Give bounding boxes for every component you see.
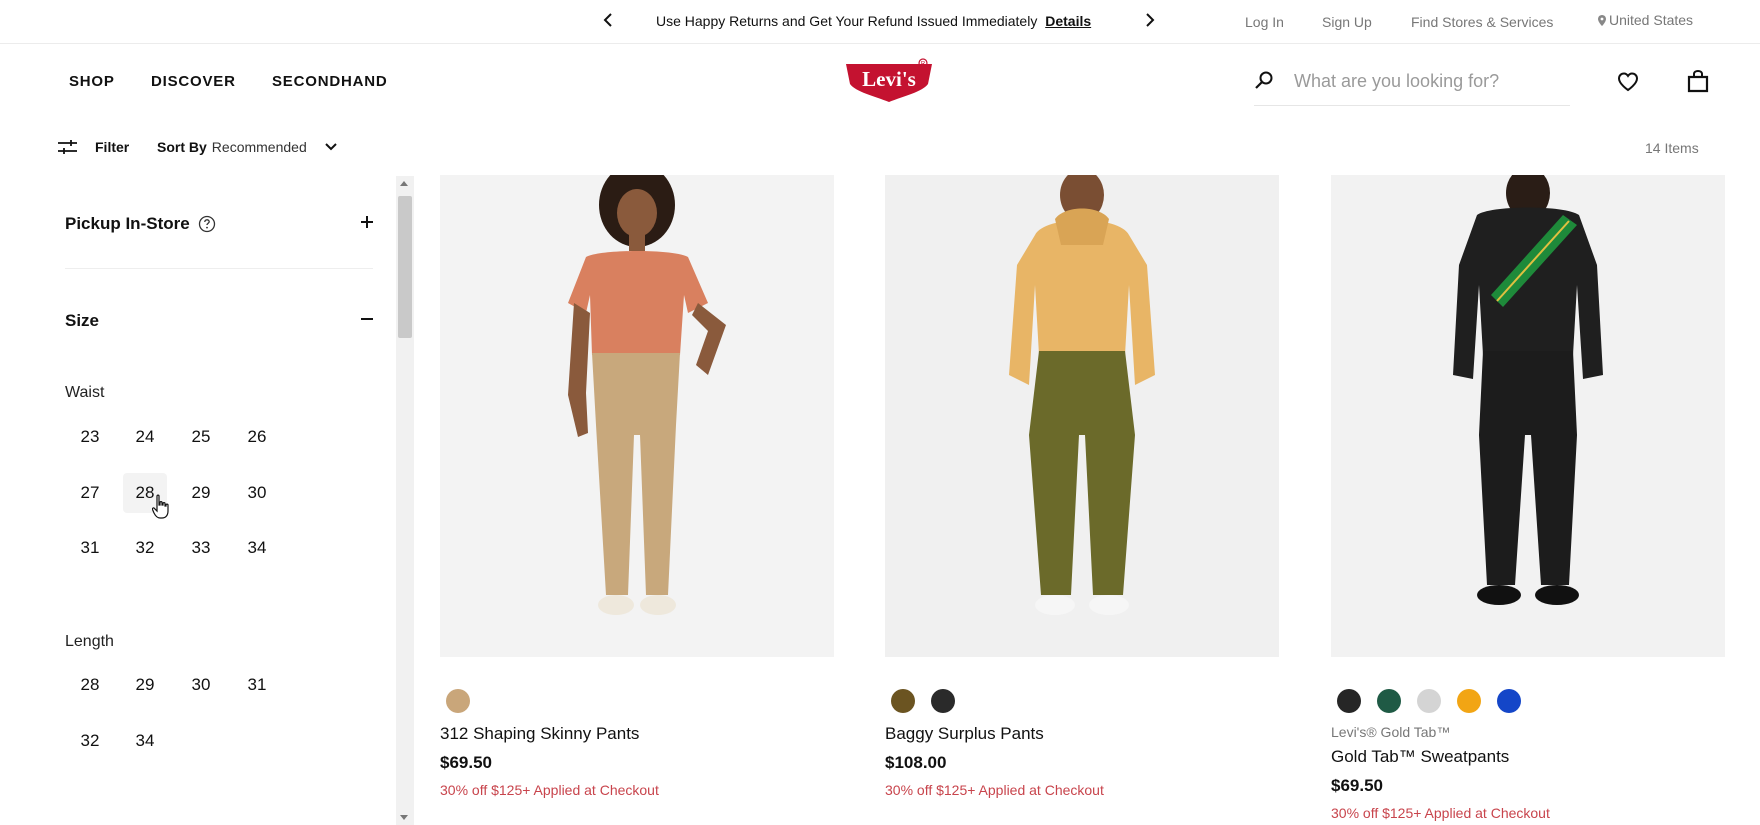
product-card[interactable]: 312 Shaping Skinny Pants $69.50 30% off … [440,175,834,798]
product-image[interactable] [1331,175,1725,657]
waist-option[interactable]: 33 [179,528,223,568]
chevron-down-icon [325,143,337,151]
login-link[interactable]: Log In [1245,14,1284,30]
filter-label: Filter [95,139,130,155]
hand-cursor-icon [152,494,169,519]
collapse-minus-icon[interactable] [359,311,375,327]
product-name[interactable]: 312 Shaping Skinny Pants [440,724,834,744]
product-name[interactable]: Baggy Surplus Pants [885,724,1279,744]
color-swatch[interactable] [1497,689,1521,713]
scroll-up-arrow-icon[interactable] [400,181,408,186]
product-promo: 30% off $125+ Applied at Checkout [440,782,659,798]
promo-message: Use Happy Returns and Get Your Refund Is… [656,13,1091,29]
svg-text:R: R [921,62,926,68]
color-swatch[interactable] [931,689,955,713]
length-option[interactable]: 31 [235,665,279,705]
waist-option[interactable]: 23 [68,417,112,457]
product-name[interactable]: Gold Tab™ Sweatpants [1331,747,1725,767]
product-image[interactable] [440,175,834,657]
pickup-in-store-header[interactable]: Pickup In-Store [65,214,216,234]
product-card[interactable]: Levi's® Gold Tab™ Gold Tab™ Sweatpants $… [1331,175,1725,821]
color-swatches [1331,689,1725,713]
product-card[interactable]: Baggy Surplus Pants $108.00 30% off $125… [885,175,1279,798]
help-icon[interactable] [198,215,216,233]
item-count: 14 Items [1645,140,1699,156]
length-option[interactable]: 30 [179,665,223,705]
color-swatches [440,689,834,713]
waist-option[interactable]: 25 [179,417,223,457]
filter-button[interactable]: Filter [58,139,129,155]
waist-option[interactable]: 32 [123,528,167,568]
waist-option[interactable]: 29 [179,473,223,513]
promo-next-icon[interactable] [1140,8,1160,32]
find-stores-link[interactable]: Find Stores & Services [1411,14,1553,30]
waist-option[interactable]: 30 [235,473,279,513]
search-input[interactable] [1294,66,1564,96]
country-label: United States [1609,12,1694,28]
promo-details-link[interactable]: Details [1045,13,1091,29]
sidebar-scrollbar-thumb[interactable] [398,196,412,338]
product-brand: Levi's® Gold Tab™ [1331,724,1451,740]
product-promo: 30% off $125+ Applied at Checkout [1331,805,1550,821]
promo-text: Use Happy Returns and Get Your Refund Is… [656,13,1038,29]
color-swatch[interactable] [1417,689,1441,713]
waist-option[interactable]: 27 [68,473,112,513]
search-bar [1254,66,1570,106]
product-price: $69.50 [440,753,492,772]
length-option[interactable]: 34 [123,721,167,761]
waist-label: Waist [65,384,105,401]
scroll-down-arrow-icon[interactable] [400,815,408,820]
color-swatch[interactable] [1337,689,1361,713]
waist-option[interactable]: 26 [235,417,279,457]
sort-dropdown[interactable]: Sort By Recommended [157,139,337,155]
filter-sliders-icon [58,140,77,154]
shopping-bag-icon[interactable] [1686,69,1710,93]
expand-plus-icon[interactable] [359,214,375,230]
waist-option[interactable]: 24 [123,417,167,457]
product-image[interactable] [885,175,1279,657]
promo-bar: Use Happy Returns and Get Your Refund Is… [0,0,1760,44]
waist-option[interactable]: 34 [235,528,279,568]
location-pin-icon [1598,14,1606,26]
length-option[interactable]: 32 [68,721,112,761]
promo-prev-icon[interactable] [598,8,618,32]
nav-shop[interactable]: SHOP [69,73,115,90]
logo-wordmark: Levi's [862,67,916,91]
color-swatch[interactable] [891,689,915,713]
color-swatch[interactable] [1457,689,1481,713]
length-option[interactable]: 29 [123,665,167,705]
size-header[interactable]: Size [65,311,99,331]
nav-discover[interactable]: DISCOVER [151,73,236,90]
section-divider [65,268,373,269]
color-swatch[interactable] [446,689,470,713]
sort-value: Recommended [211,139,307,155]
product-price: $108.00 [885,753,947,772]
country-selector[interactable]: United States [1598,12,1693,28]
nav-secondhand[interactable]: SECONDHAND [272,73,388,90]
length-label: Length [65,633,114,650]
length-option[interactable]: 28 [68,665,112,705]
product-promo: 30% off $125+ Applied at Checkout [885,782,1104,798]
product-price: $69.50 [1331,776,1383,795]
levis-logo[interactable]: Levi's R [844,58,934,102]
signup-link[interactable]: Sign Up [1322,14,1372,30]
wishlist-heart-icon[interactable] [1616,70,1640,94]
color-swatches [885,689,1279,713]
waist-option[interactable]: 31 [68,528,112,568]
sort-label: Sort By [157,139,207,155]
pickup-label: Pickup In-Store [65,214,190,233]
search-icon[interactable] [1254,70,1274,90]
color-swatch[interactable] [1377,689,1401,713]
